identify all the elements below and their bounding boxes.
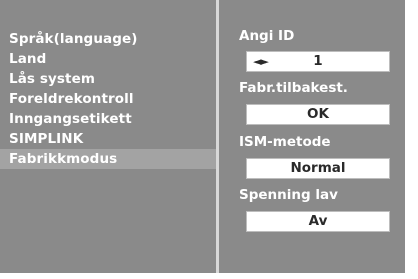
factory-reset-value: OK <box>307 106 329 122</box>
screen: Språk(language) Land Lås system Foreldre… <box>0 0 418 279</box>
osd-menu: Språk(language) Land Lås system Foreldre… <box>0 0 405 273</box>
menu-item-language[interactable]: Språk(language) <box>0 29 216 49</box>
low-power-selector[interactable]: Av <box>246 211 390 232</box>
ism-method-value: Normal <box>290 160 346 176</box>
set-id-selector[interactable]: ◄► 1 <box>246 51 390 72</box>
menu-panel: Språk(language) Land Lås system Foreldre… <box>0 0 216 273</box>
set-id-value: 1 <box>313 53 323 69</box>
menu-list: Språk(language) Land Lås system Foreldre… <box>0 29 216 169</box>
settings-panel: Angi ID ◄► 1 Fabr.tilbakest. OK ISM-meto… <box>219 0 405 273</box>
factory-reset-label: Fabr.tilbakest. <box>239 80 348 96</box>
menu-item-parental-control[interactable]: Foreldrekontroll <box>0 89 216 109</box>
menu-item-simplink[interactable]: SIMPLINK <box>0 129 216 149</box>
factory-reset-button[interactable]: OK <box>246 104 390 125</box>
menu-item-country[interactable]: Land <box>0 49 216 69</box>
low-power-label: Spenning lav <box>239 187 338 203</box>
left-right-arrows-icon[interactable]: ◄► <box>253 52 269 71</box>
menu-item-factory-mode[interactable]: Fabrikkmodus <box>0 149 216 169</box>
ism-method-label: ISM-metode <box>239 134 331 150</box>
set-id-label: Angi ID <box>239 28 295 44</box>
ism-method-selector[interactable]: Normal <box>246 158 390 179</box>
menu-item-lock-system[interactable]: Lås system <box>0 69 216 89</box>
low-power-value: Av <box>308 213 328 229</box>
menu-item-input-label[interactable]: Inngangsetikett <box>0 109 216 129</box>
